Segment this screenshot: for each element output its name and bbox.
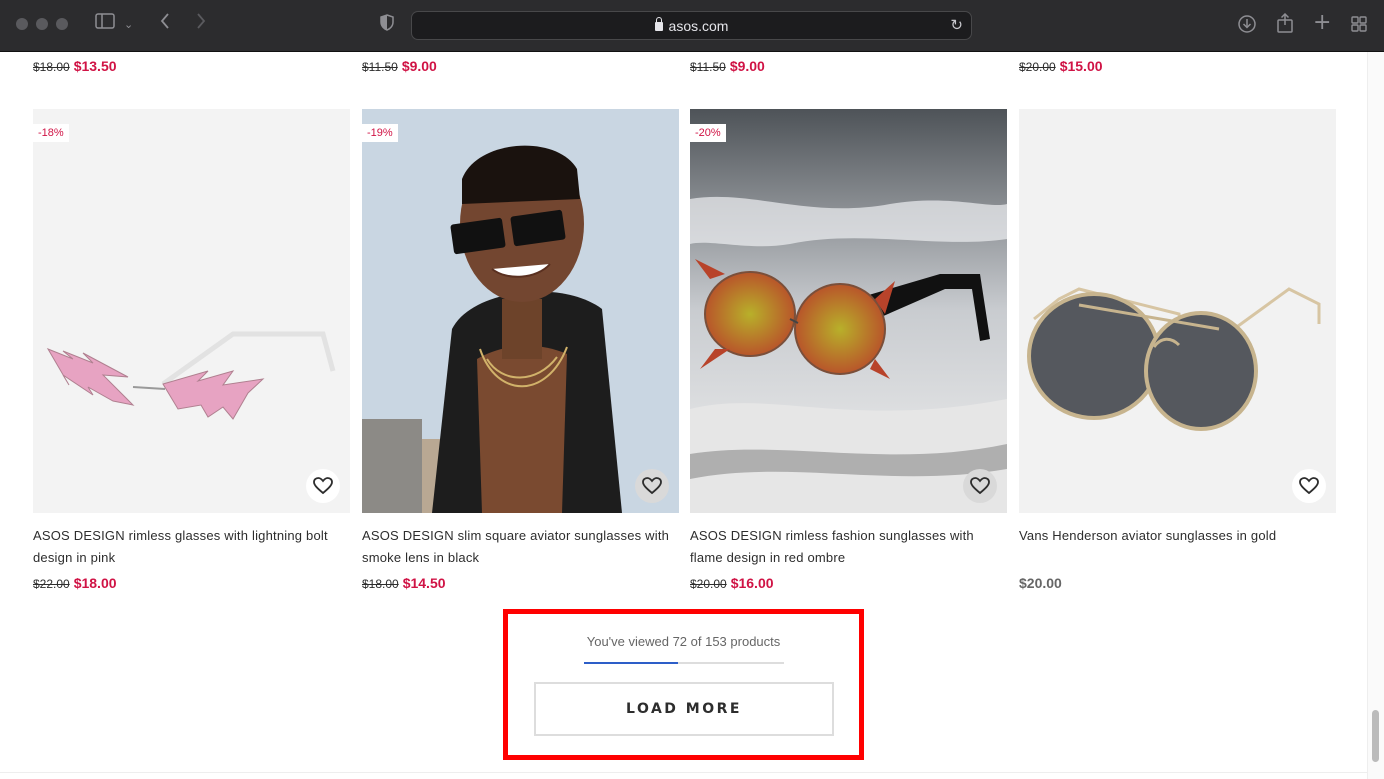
product-image[interactable]: -20% bbox=[690, 109, 1007, 513]
product-card[interactable]: -18% ASOS DESIGN rimless glasses with li… bbox=[33, 109, 350, 593]
new-tab-icon[interactable]: + bbox=[1313, 12, 1331, 34]
product-title[interactable]: ASOS DESIGN rimless glasses with lightni… bbox=[33, 525, 350, 569]
sale-price: $15.00 bbox=[1059, 58, 1103, 74]
sale-price: $18.00 bbox=[73, 575, 117, 591]
download-icon[interactable] bbox=[1238, 15, 1256, 39]
old-price: $11.50 bbox=[690, 60, 726, 74]
discount-badge: -20% bbox=[690, 124, 726, 142]
heart-icon bbox=[642, 477, 662, 495]
flame-glasses-image bbox=[690, 109, 1007, 513]
prev-row-price: $11.50 $9.00 bbox=[362, 58, 437, 74]
sale-price: $14.50 bbox=[402, 575, 446, 591]
old-price: $11.50 bbox=[362, 60, 398, 74]
sale-price: $9.00 bbox=[401, 58, 437, 74]
product-price: $20.00 bbox=[1019, 575, 1336, 593]
progress-bar bbox=[584, 662, 784, 664]
url-text: asos.com bbox=[668, 18, 729, 34]
back-icon[interactable] bbox=[160, 12, 170, 36]
heart-icon bbox=[1299, 477, 1319, 495]
zoom-window-button[interactable] bbox=[56, 18, 68, 30]
save-for-later-button[interactable] bbox=[306, 469, 340, 503]
shield-icon[interactable] bbox=[380, 14, 394, 37]
prev-row-price: $20.00 $15.00 bbox=[1019, 58, 1103, 74]
progress-text: You've viewed 72 of 153 products bbox=[586, 634, 781, 649]
scrollbar-thumb[interactable] bbox=[1372, 710, 1379, 762]
discount-badge: -19% bbox=[362, 124, 398, 142]
save-for-later-button[interactable] bbox=[963, 469, 997, 503]
product-price: $22.00 $18.00 bbox=[33, 575, 350, 593]
old-price: $18.00 bbox=[362, 577, 399, 591]
progress-bar-fill bbox=[584, 662, 679, 664]
product-title[interactable]: ASOS DESIGN slim square aviator sunglass… bbox=[362, 525, 679, 569]
product-image[interactable] bbox=[1019, 109, 1336, 513]
minimize-window-button[interactable] bbox=[36, 18, 48, 30]
reload-icon[interactable]: ↻ bbox=[950, 16, 963, 34]
product-title[interactable]: Vans Henderson aviator sunglasses in gol… bbox=[1019, 525, 1336, 569]
heart-icon bbox=[313, 477, 333, 495]
sidebar-icon[interactable] bbox=[95, 13, 115, 35]
chevron-down-icon[interactable]: ⌄ bbox=[124, 14, 133, 36]
product-image[interactable]: -18% bbox=[33, 109, 350, 513]
sale-price: $13.50 bbox=[73, 58, 117, 74]
discount-badge: -18% bbox=[33, 124, 69, 142]
save-for-later-button[interactable] bbox=[1292, 469, 1326, 503]
sale-price: $9.00 bbox=[729, 58, 765, 74]
lightning-glasses-image bbox=[33, 109, 350, 513]
product-card[interactable]: Vans Henderson aviator sunglasses in gol… bbox=[1019, 109, 1336, 593]
forward-icon[interactable] bbox=[196, 12, 206, 36]
share-icon[interactable] bbox=[1277, 12, 1293, 39]
regular-price: $20.00 bbox=[1019, 575, 1062, 591]
product-card[interactable]: -20% ASOS DESIGN rimless fashion sunglas… bbox=[690, 109, 1007, 593]
close-window-button[interactable] bbox=[16, 18, 28, 30]
product-image[interactable]: -19% bbox=[362, 109, 679, 513]
model-sunglasses-image bbox=[362, 109, 679, 513]
sale-price: $16.00 bbox=[730, 575, 774, 591]
tab-overview-icon[interactable] bbox=[1351, 16, 1367, 38]
prev-row-price: $11.50 $9.00 bbox=[690, 58, 765, 74]
old-price: $22.00 bbox=[33, 577, 70, 591]
address-bar[interactable]: asos.com ↻ bbox=[411, 11, 972, 40]
old-price: $20.00 bbox=[690, 577, 727, 591]
load-more-button[interactable]: LOAD MORE bbox=[534, 682, 834, 736]
product-title[interactable]: ASOS DESIGN rimless fashion sunglasses w… bbox=[690, 525, 1007, 569]
browser-toolbar: ⌄ asos.com ↻ + bbox=[0, 0, 1384, 52]
heart-icon bbox=[970, 477, 990, 495]
product-card[interactable]: -19% ASOS DESIGN slim square aviator sun… bbox=[362, 109, 679, 593]
old-price: $20.00 bbox=[1019, 60, 1056, 74]
aviator-glasses-image bbox=[1019, 109, 1336, 513]
save-for-later-button[interactable] bbox=[635, 469, 669, 503]
product-price: $18.00 $14.50 bbox=[362, 575, 679, 593]
scrollbar[interactable] bbox=[1367, 52, 1384, 779]
divider bbox=[0, 772, 1367, 773]
old-price: $18.00 bbox=[33, 60, 70, 74]
lock-icon bbox=[654, 17, 663, 31]
prev-row-price: $18.00 $13.50 bbox=[33, 58, 117, 74]
product-price: $20.00 $16.00 bbox=[690, 575, 1007, 593]
